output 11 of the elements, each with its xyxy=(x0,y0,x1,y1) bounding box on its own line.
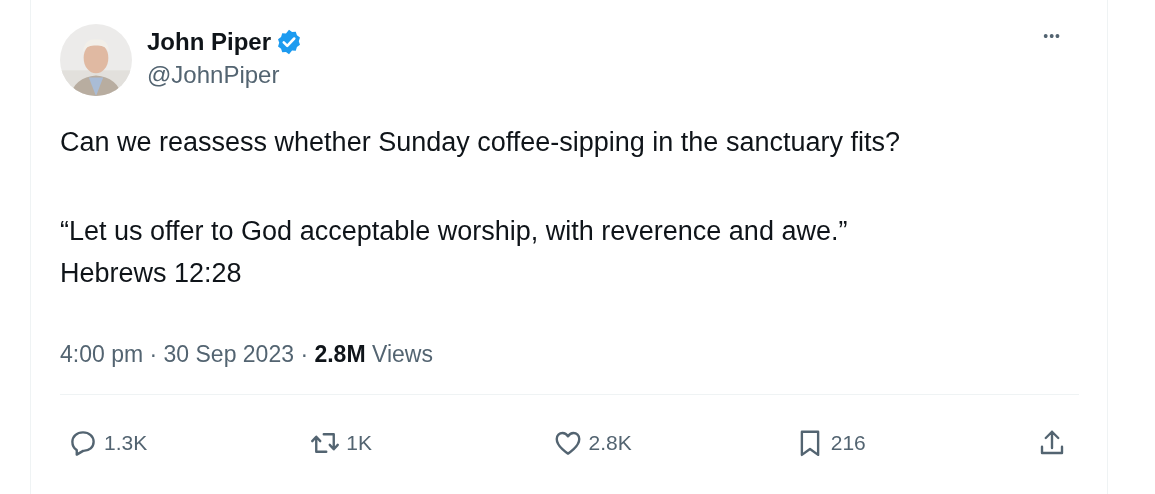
speech-bubble-icon xyxy=(68,428,98,458)
tweet-text: Can we reassess whether Sunday coffee-sipping in the sanctuary fits? xyxy=(60,126,901,159)
more-button[interactable]: ••• xyxy=(1043,28,1079,44)
retweet-button[interactable]: 1K xyxy=(310,428,372,458)
tweet-meta: 4:00 pm · 30 Sep 2023 · 2.8M Views xyxy=(60,341,1079,395)
tweet-text: “Let us offer to God acceptable worship, with reverence and awe.” Hebrews 12:28 xyxy=(60,215,849,290)
author-name[interactable]: John Piper xyxy=(147,28,272,56)
reply-button[interactable]: 1.3K xyxy=(68,428,148,458)
like-button[interactable]: 2.8K xyxy=(552,428,632,458)
bookmark-button[interactable]: 216 xyxy=(794,428,866,458)
author-handle[interactable]: @JohnPiper xyxy=(147,61,304,89)
